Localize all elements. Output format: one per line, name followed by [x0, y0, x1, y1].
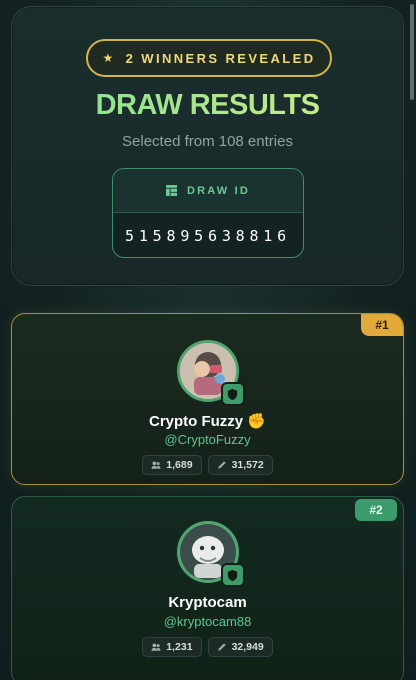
winner-card-2[interactable]: #2 Kryptocam @kryptocam88 1,231 32,949	[11, 496, 404, 680]
verified-badge	[220, 382, 245, 406]
people-icon	[151, 643, 161, 651]
winner-handle[interactable]: @CryptoFuzzy	[12, 432, 403, 447]
avatar-container[interactable]	[176, 340, 245, 406]
winner-name[interactable]: Crypto Fuzzy ✊	[12, 412, 403, 430]
pencil-icon	[217, 643, 226, 651]
draw-id-value: 515895638816	[125, 227, 291, 245]
shield-check-icon	[227, 388, 238, 400]
pencil-icon	[217, 461, 226, 469]
draw-id-box: DRAW ID 515895638816	[112, 168, 304, 258]
followers-stat: 1,689	[142, 455, 202, 475]
rank-badge: #1	[361, 314, 403, 336]
draw-id-header: DRAW ID	[113, 169, 303, 213]
winner-stats: 1,689 31,572	[12, 455, 403, 475]
draw-summary-card: ★ 2 WINNERS REVEALED DRAW RESULTS Select…	[11, 6, 404, 286]
entries-subtitle: Selected from 108 entries	[122, 133, 293, 150]
verified-badge	[220, 563, 245, 587]
winner-name[interactable]: Kryptocam	[12, 594, 403, 611]
avatar-container[interactable]	[176, 521, 245, 587]
followers-count: 1,689	[166, 459, 193, 471]
table-icon	[165, 185, 177, 196]
winner-card-1[interactable]: #1 Crypto Fuzzy ✊ @CryptoFuzzy 1,689 31,…	[11, 313, 404, 485]
draw-id-label: DRAW ID	[186, 184, 251, 197]
winner-stats: 1,231 32,949	[12, 637, 403, 657]
winners-revealed-text: 2 WINNERS REVEALED	[125, 50, 316, 66]
posts-stat: 31,572	[207, 455, 273, 475]
winner-handle[interactable]: @kryptocam88	[12, 614, 403, 629]
rank-badge: #2	[355, 499, 397, 521]
posts-count: 31,572	[231, 459, 264, 471]
winners-revealed-badge: ★ 2 WINNERS REVEALED	[86, 39, 332, 77]
followers-stat: 1,231	[142, 637, 202, 657]
shield-check-icon	[227, 569, 238, 581]
posts-stat: 32,949	[207, 637, 273, 657]
page-title: DRAW RESULTS	[12, 89, 403, 122]
followers-count: 1,231	[166, 641, 193, 653]
star-icon: ★	[102, 51, 116, 65]
posts-count: 32,949	[231, 641, 264, 653]
people-icon	[151, 461, 161, 469]
draw-results-page: ★ 2 WINNERS REVEALED DRAW RESULTS Select…	[0, 0, 416, 680]
scrollbar[interactable]	[410, 4, 414, 100]
